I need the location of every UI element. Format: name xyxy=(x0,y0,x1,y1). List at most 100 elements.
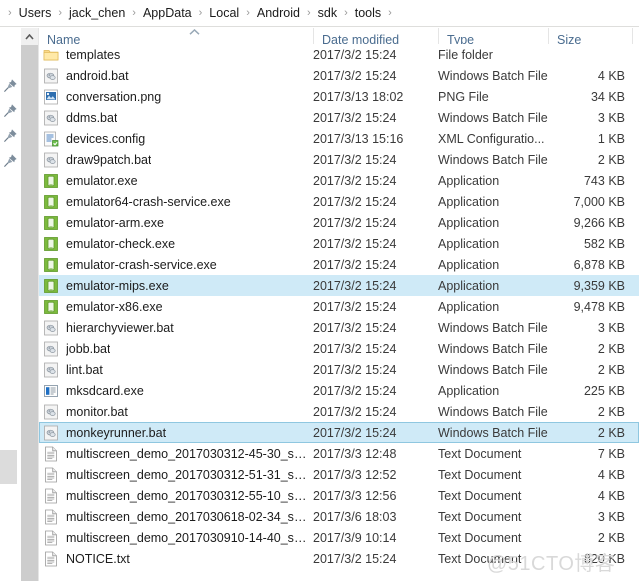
file-name-cell[interactable]: draw9patch.bat xyxy=(39,149,310,170)
file-date-label: 2017/3/2 15:24 xyxy=(313,110,397,125)
breadcrumb-item-appdata[interactable]: AppData xyxy=(140,5,195,22)
file-name-cell[interactable]: multiscreen_demo_2017030312-51-31_scr... xyxy=(39,464,310,485)
file-row[interactable]: jobb.bat 2017/3/2 15:24 Windows Batch File… xyxy=(39,338,639,359)
file-row[interactable]: emulator-mips.exe 2017/3/2 15:24 Applicati… xyxy=(39,275,639,296)
file-row[interactable]: emulator.exe 2017/3/2 15:24 Application 743… xyxy=(39,170,639,191)
file-name-cell[interactable]: emulator-check.exe xyxy=(39,233,310,254)
bat-file-icon xyxy=(44,152,58,167)
file-row[interactable]: ddms.bat 2017/3/2 15:24 Windows Batch File… xyxy=(39,107,639,128)
file-date-cell: 2017/3/2 15:24 xyxy=(313,212,438,233)
breadcrumb-item-local[interactable]: Local xyxy=(206,5,242,22)
file-size-cell: 34 KB xyxy=(548,86,632,107)
breadcrumb[interactable]: › Users › jack_chen › AppData › Local › Android › s… xyxy=(0,0,639,27)
file-date-cell: 2017/3/2 15:24 xyxy=(313,380,438,401)
file-name-cell[interactable]: emulator-crash-service.exe xyxy=(39,254,310,275)
breadcrumb-item-android[interactable]: Android xyxy=(254,5,303,22)
file-row[interactable]: emulator-x86.exe 2017/3/2 15:24 Applicatio… xyxy=(39,296,639,317)
file-name-cell[interactable]: templates xyxy=(39,44,310,65)
file-type-label: File folder xyxy=(438,47,493,62)
file-name-cell[interactable]: emulator64-crash-service.exe xyxy=(39,191,310,212)
file-row[interactable]: emulator-arm.exe 2017/3/2 15:24 Applicatio… xyxy=(39,212,639,233)
pin-icon[interactable] xyxy=(3,153,18,168)
file-name-cell[interactable]: hierarchyviewer.bat xyxy=(39,317,310,338)
file-size-label: 7,000 KB xyxy=(573,194,625,209)
pin-icon[interactable] xyxy=(3,78,18,93)
file-name-cell[interactable]: multiscreen_demo_2017030618-02-34_scr... xyxy=(39,506,310,527)
file-name-cell[interactable]: jobb.bat xyxy=(39,338,310,359)
file-name-cell[interactable]: multiscreen_demo_2017030312-45-30_scr... xyxy=(39,443,310,464)
file-name-cell[interactable]: mksdcard.exe xyxy=(39,380,310,401)
file-row[interactable]: devices.config 2017/3/13 15:16 XML Configu… xyxy=(39,128,639,149)
file-date-label: 2017/3/2 15:24 xyxy=(313,341,397,356)
file-row[interactable]: multiscreen_demo_2017030312-55-10_scr...… xyxy=(39,485,639,506)
file-row[interactable]: emulator-check.exe 2017/3/2 15:24 Applicat… xyxy=(39,233,639,254)
bat-file-icon xyxy=(44,320,58,335)
file-name-label: monkeyrunner.bat xyxy=(66,425,167,440)
breadcrumb-item-jack-chen[interactable]: jack_chen xyxy=(66,5,128,22)
file-row[interactable]: conversation.png 2017/3/13 18:02 PNG File 3… xyxy=(39,86,639,107)
file-row[interactable]: android.bat 2017/3/2 15:24 Windows Batch F… xyxy=(39,65,639,86)
scroll-thumb-marker[interactable] xyxy=(0,450,17,484)
file-name-cell[interactable]: devices.config xyxy=(39,128,310,149)
file-name-cell[interactable]: NOTICE.txt xyxy=(39,548,310,569)
chevron-up-icon xyxy=(25,33,34,40)
file-row[interactable]: emulator-crash-service.exe 2017/3/2 15:24… xyxy=(39,254,639,275)
file-list[interactable]: templates 2017/3/2 15:24 File folder androi… xyxy=(39,44,639,572)
file-type-label: Application xyxy=(438,215,500,230)
navigation-scrollbar[interactable] xyxy=(21,28,39,581)
file-date-label: 2017/3/3 12:56 xyxy=(313,488,397,503)
file-row[interactable]: NOTICE.txt 2017/3/2 15:24 Text Document 820… xyxy=(39,548,639,569)
scrollbar-track[interactable] xyxy=(21,45,38,581)
file-name-label: conversation.png xyxy=(66,89,162,104)
file-row[interactable]: multiscreen_demo_2017030312-45-30_scr...… xyxy=(39,443,639,464)
pin-icon[interactable] xyxy=(3,103,18,118)
file-type-cell: Application xyxy=(438,212,548,233)
file-date-label: 2017/3/2 15:24 xyxy=(313,299,397,314)
breadcrumb-item-users[interactable]: Users xyxy=(16,5,55,22)
scroll-up-button[interactable] xyxy=(21,28,38,45)
breadcrumb-item-sdk[interactable]: sdk xyxy=(315,5,340,22)
pin-icon[interactable] xyxy=(3,128,18,143)
file-row[interactable]: hierarchyviewer.bat 2017/3/2 15:24 Windows… xyxy=(39,317,639,338)
file-row[interactable]: draw9patch.bat 2017/3/2 15:24 Windows Batc… xyxy=(39,149,639,170)
file-name-cell[interactable]: monkeyrunner.bat xyxy=(39,422,310,443)
file-type-label: Application xyxy=(438,278,500,293)
file-row[interactable]: multiscreen_demo_2017030910-14-40_scr...… xyxy=(39,527,639,548)
file-row[interactable]: emulator64-crash-service.exe 2017/3/2 15:… xyxy=(39,191,639,212)
file-type-cell: Text Document xyxy=(438,548,548,569)
breadcrumb-item-tools[interactable]: tools xyxy=(352,5,384,22)
file-type-label: Application xyxy=(438,194,500,209)
file-explorer-window: › Users › jack_chen › AppData › Local › Android › s… xyxy=(0,0,639,581)
file-date-label: 2017/3/2 15:24 xyxy=(313,236,397,251)
file-name-cell[interactable]: emulator.exe xyxy=(39,170,310,191)
breadcrumb-separator: › xyxy=(8,6,12,19)
file-size-label: 34 KB xyxy=(590,89,625,104)
file-size-cell: 3 KB xyxy=(548,317,632,338)
file-name-cell[interactable]: lint.bat xyxy=(39,359,310,380)
file-row[interactable]: multiscreen_demo_2017030312-51-31_scr...… xyxy=(39,464,639,485)
file-name-cell[interactable]: emulator-mips.exe xyxy=(39,275,310,296)
file-row[interactable]: lint.bat 2017/3/2 15:24 Windows Batch File… xyxy=(39,359,639,380)
file-name-cell[interactable]: emulator-arm.exe xyxy=(39,212,310,233)
file-name-cell[interactable]: ddms.bat xyxy=(39,107,310,128)
file-date-cell: 2017/3/3 12:56 xyxy=(313,485,438,506)
file-size-cell: 582 KB xyxy=(548,233,632,254)
file-name-label: jobb.bat xyxy=(66,341,111,356)
file-name-cell[interactable]: multiscreen_demo_2017030312-55-10_scr... xyxy=(39,485,310,506)
file-name-cell[interactable]: conversation.png xyxy=(39,86,310,107)
file-name-cell[interactable]: emulator-x86.exe xyxy=(39,296,310,317)
file-row[interactable]: multiscreen_demo_2017030618-02-34_scr...… xyxy=(39,506,639,527)
file-date-label: 2017/3/2 15:24 xyxy=(313,383,397,398)
file-row[interactable]: templates 2017/3/2 15:24 File folder xyxy=(39,44,639,65)
file-name-cell[interactable]: multiscreen_demo_2017030910-14-40_scr... xyxy=(39,527,310,548)
file-row[interactable]: monitor.bat 2017/3/2 15:24 Windows Batch F… xyxy=(39,401,639,422)
file-name-cell[interactable]: android.bat xyxy=(39,65,310,86)
file-type-label: Text Document xyxy=(438,467,522,482)
file-date-label: 2017/3/2 15:24 xyxy=(313,194,397,209)
file-name-label: emulator-x86.exe xyxy=(66,299,163,314)
bat-file-icon xyxy=(44,341,58,356)
file-type-cell: Windows Batch File xyxy=(438,422,548,443)
file-row[interactable]: monkeyrunner.bat 2017/3/2 15:24 Windows Ba… xyxy=(39,422,639,443)
file-name-cell[interactable]: monitor.bat xyxy=(39,401,310,422)
file-row[interactable]: mksdcard.exe 2017/3/2 15:24 Application 225… xyxy=(39,380,639,401)
